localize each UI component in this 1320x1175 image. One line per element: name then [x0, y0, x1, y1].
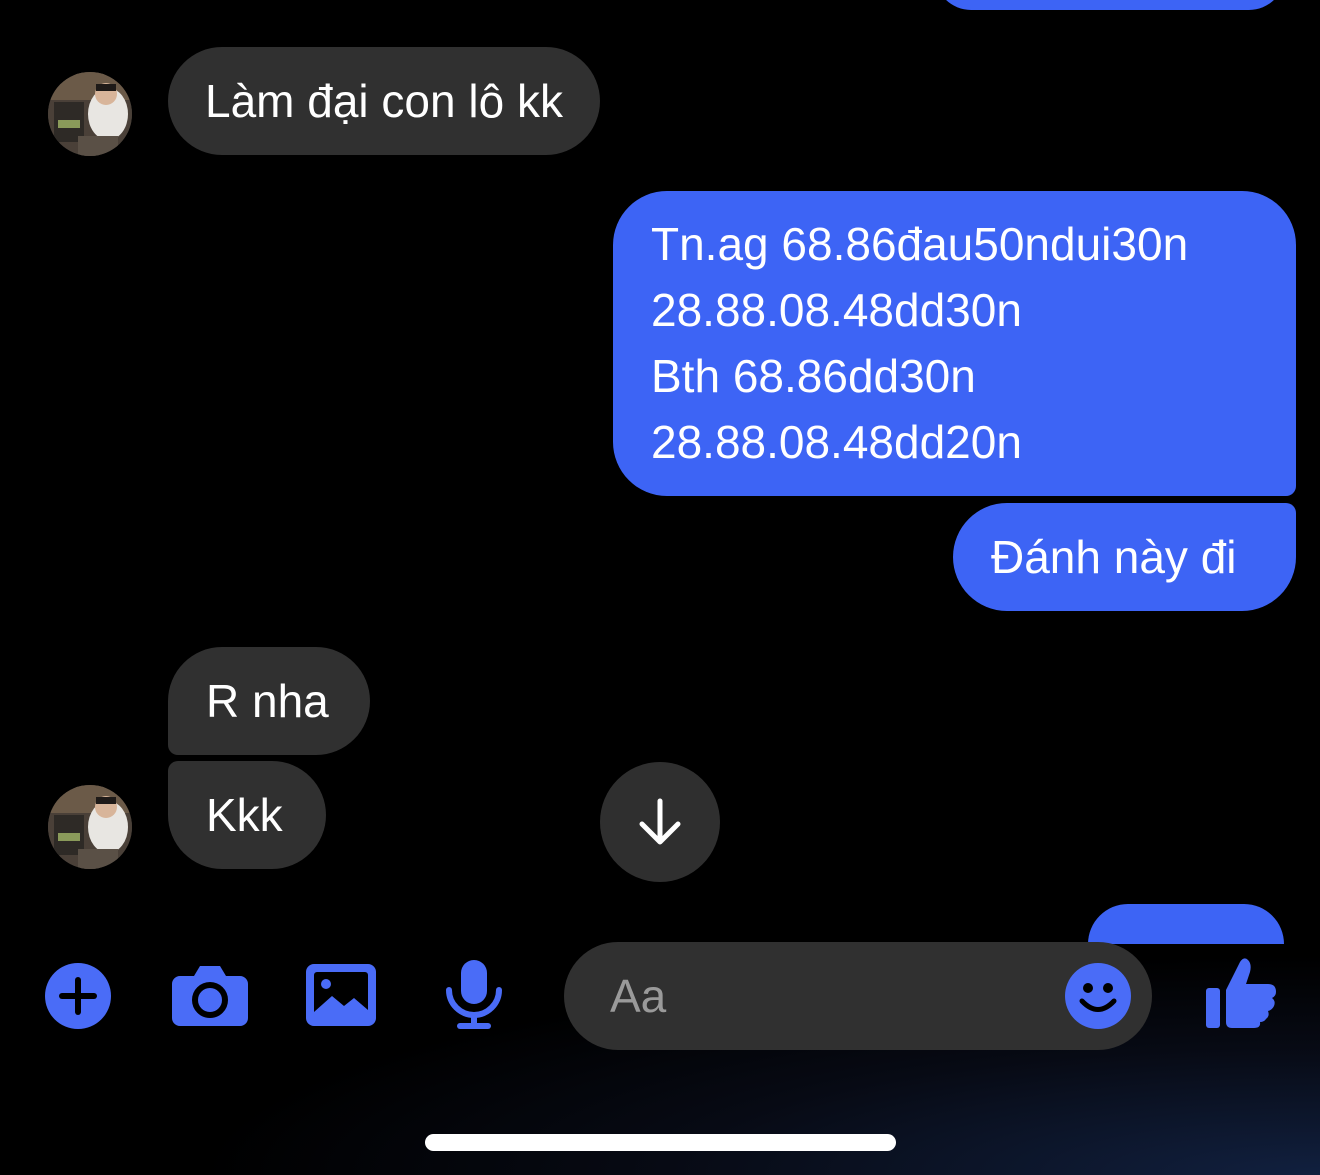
plus-circle-icon: [45, 963, 111, 1029]
messenger-chat-screen: Làm đại con lô kk Tn.ag 68.86đau50ndui30…: [0, 0, 1320, 1175]
outgoing-message[interactable]: Đánh này đi: [953, 503, 1296, 611]
thumbs-up-icon: [1206, 958, 1276, 1028]
avatar-photo: [48, 72, 132, 156]
incoming-message[interactable]: Kkk: [168, 761, 326, 869]
camera-button[interactable]: [172, 964, 248, 1026]
voice-message-button[interactable]: [444, 960, 504, 1030]
incoming-message[interactable]: Làm đại con lô kk: [168, 47, 600, 155]
scroll-to-bottom-button[interactable]: [600, 762, 720, 882]
photo-icon: [306, 964, 376, 1026]
home-indicator[interactable]: [425, 1134, 896, 1151]
outgoing-bubble-partial-bottom: [1088, 904, 1284, 944]
emoji-button[interactable]: [1064, 962, 1132, 1030]
outgoing-message[interactable]: Tn.ag 68.86đau50ndui30n 28.88.08.48dd30n…: [613, 191, 1296, 496]
contact-avatar[interactable]: [48, 72, 132, 156]
more-actions-button[interactable]: [44, 962, 112, 1030]
incoming-message[interactable]: R nha: [168, 647, 370, 755]
like-button[interactable]: [1206, 956, 1278, 1030]
avatar-photo: [48, 785, 132, 869]
microphone-icon: [446, 960, 502, 1029]
gallery-button[interactable]: [306, 964, 376, 1026]
smiley-icon: [1065, 963, 1131, 1029]
camera-icon: [172, 966, 248, 1026]
message-input[interactable]: Aa: [564, 942, 1152, 1050]
message-input-placeholder: Aa: [610, 970, 667, 1022]
outgoing-bubble-partial-top[interactable]: [935, 0, 1285, 10]
contact-avatar[interactable]: [48, 785, 132, 869]
arrow-down-icon: [639, 798, 681, 845]
